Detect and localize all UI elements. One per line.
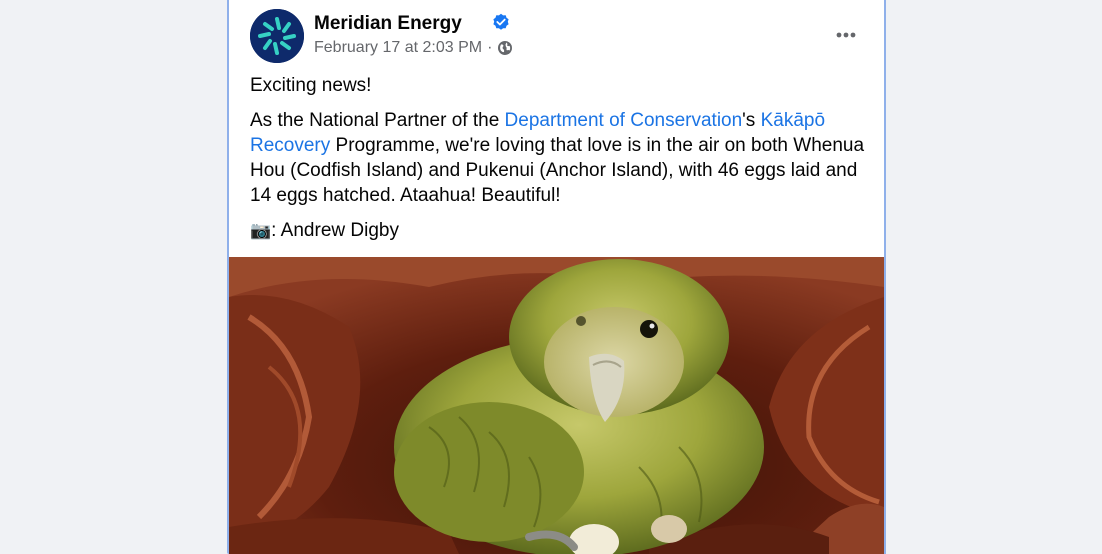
meridian-logo-icon (250, 9, 304, 63)
meta-separator: · (487, 39, 493, 56)
page-avatar[interactable] (250, 9, 304, 63)
globe-icon[interactable] (497, 40, 513, 56)
feed-post: Meridian Energy February 17 at 2:03 PM ·… (227, 0, 886, 554)
page-name-link[interactable]: Meridian Energy (314, 13, 462, 35)
verified-badge-icon (493, 13, 509, 30)
post-text-segment: Programme, we're loving that love is in … (250, 135, 865, 206)
post-meta: February 17 at 2:03 PM · (314, 39, 513, 57)
post-text-segment: 's (742, 110, 761, 131)
post-message: Exciting news! As the National Partner o… (250, 73, 870, 253)
camera-icon: 📷 (250, 221, 272, 240)
post-line-headline: Exciting news! (250, 75, 372, 96)
post-text-segment: As the National Partner of the (250, 110, 505, 131)
post-paragraph: As the National Partner of the Departmen… (250, 108, 870, 208)
post-timestamp[interactable]: February 17 at 2:03 PM (314, 39, 482, 57)
kakapo-photo-illustration (229, 257, 884, 554)
post-photo[interactable] (229, 257, 884, 554)
photo-credit: 📷: Andrew Digby (250, 218, 870, 243)
link-department-of-conservation[interactable]: Department of Conservation (505, 110, 743, 131)
post-header: Meridian Energy February 17 at 2:03 PM · (250, 9, 864, 63)
more-horizontal-icon (836, 32, 856, 38)
photo-credit-text: : Andrew Digby (271, 220, 399, 241)
more-options-button[interactable] (828, 17, 864, 53)
